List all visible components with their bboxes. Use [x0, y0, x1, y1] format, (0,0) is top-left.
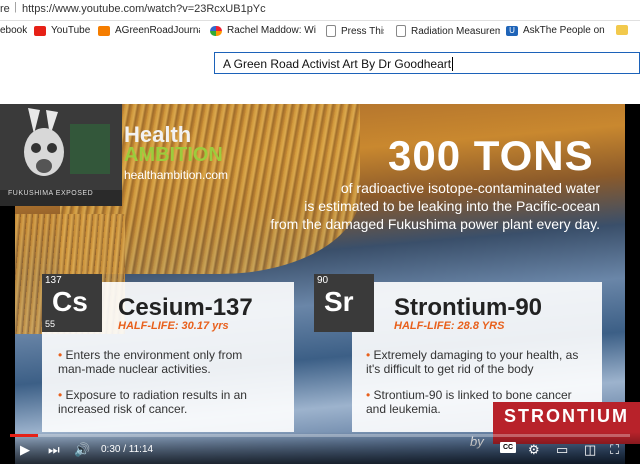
address-bar[interactable]: re | https://www.youtube.com/watch?v=23R…: [0, 0, 640, 21]
strontium-bullet-1-text: Extremely damaging to your health, as it…: [366, 348, 579, 376]
brand-ambition-text: AMBITION: [124, 144, 223, 166]
youtube-header: A Green Road Activist Art By Dr Goodhear…: [0, 42, 640, 98]
cast-icon[interactable]: ◫: [584, 442, 596, 458]
bullet-icon: •: [58, 348, 66, 362]
bullet-icon: •: [58, 388, 66, 402]
next-icon[interactable]: ⏭: [48, 442, 60, 458]
time-display: 0:30 / 11:14: [101, 444, 154, 455]
bookmark-label: Radiation Measurem: [411, 25, 500, 37]
u-icon: U: [506, 25, 518, 36]
bookmark-item-youtube[interactable]: YouTube: [34, 25, 94, 36]
search-input[interactable]: A Green Road Activist Art By Dr Goodhear…: [214, 52, 640, 74]
subline-2: is estimated to be leaking into the Paci…: [304, 198, 600, 214]
bookmark-item-ebook[interactable]: ebook: [0, 25, 28, 36]
video-player[interactable]: FUKUSHIMA EXPOSED Health AMBITION health…: [0, 104, 640, 464]
cesium-symbol: Cs: [52, 286, 88, 317]
document-icon: [396, 25, 406, 37]
bookmark-label: AGreenRoadJournal: [115, 25, 200, 36]
cesium-bullet-2: • Exposure to radiation results in an in…: [58, 388, 268, 416]
strontium-symbol: Sr: [324, 286, 354, 317]
channel-logo: FUKUSHIMA EXPOSED: [0, 104, 122, 206]
bullet-icon: •: [366, 348, 374, 362]
nbc-icon: [210, 25, 222, 36]
bookmark-item-askthepeople[interactable]: U AskThe People on U: [506, 25, 608, 36]
progress-fill: [10, 434, 38, 437]
address-bar-left-label: re: [0, 3, 10, 15]
play-icon[interactable]: ▶: [20, 442, 30, 458]
cesium-bullet-2-text: Exposure to radiation results in an incr…: [58, 388, 247, 416]
bookmarks-bar: ebook YouTube AGreenRoadJournal Rachel M…: [0, 21, 640, 43]
blogger-icon: [98, 25, 110, 36]
bookmark-item-agreenroadjournal[interactable]: AGreenRoadJournal: [98, 25, 200, 36]
cesium-half-life: HALF-LIFE: 30.17 yrs: [118, 320, 229, 332]
strontium-bullet-1: • Extremely damaging to your health, as …: [366, 348, 586, 376]
cesium-element-tile: 137 Cs 55: [42, 274, 102, 332]
gas-mask-figure-icon: [0, 104, 122, 190]
overlay-thumbnail-text: STRONTIUM: [504, 406, 629, 426]
address-bar-separator: |: [14, 1, 17, 13]
bookmark-item-folder[interactable]: [616, 25, 636, 35]
strontium-mass-number: 90: [317, 275, 329, 286]
cesium-bullet-1-text: Enters the environment only from man-mad…: [58, 348, 243, 376]
subline-3: from the damaged Fukushima power plant e…: [270, 216, 600, 232]
bookmark-label: ebook: [0, 25, 28, 36]
cesium-name: Cesium-137: [118, 294, 253, 321]
cesium-mass-number: 137: [45, 275, 62, 286]
brand-url-text: healthambition.com: [124, 168, 229, 182]
document-icon: [326, 25, 336, 37]
progress-bar[interactable]: [10, 434, 630, 437]
headline: 300 TONS: [388, 132, 594, 179]
volume-icon[interactable]: 🔊: [74, 442, 90, 458]
player-controls: ▶ ⏭ 🔊 0:30 / 11:14 CC ⚙ ▭ ◫ ⛶: [0, 432, 640, 464]
bullet-icon: •: [366, 388, 374, 402]
cesium-atomic-number: 55: [45, 319, 56, 329]
cesium-bullet-1: • Enters the environment only from man-m…: [58, 348, 268, 376]
strontium-name: Strontium-90: [394, 294, 543, 321]
bookmark-label: Press This: [341, 25, 384, 37]
bookmark-item-press-this[interactable]: Press This: [326, 25, 384, 37]
search-input-value: A Green Road Activist Art By Dr Goodhear…: [223, 57, 452, 71]
theater-mode-icon[interactable]: ▭: [556, 442, 568, 458]
logo-caption: FUKUSHIMA EXPOSED: [8, 190, 94, 197]
youtube-icon: [34, 25, 46, 36]
settings-gear-icon[interactable]: ⚙: [528, 442, 540, 458]
folder-icon: [616, 25, 628, 35]
strontium-half-life: HALF-LIFE: 28.8 YRS: [394, 320, 505, 332]
bookmark-item-rachel-maddow[interactable]: Rachel Maddow: Wi: [210, 25, 316, 36]
cc-icon[interactable]: CC: [500, 442, 516, 453]
strontium-element-tile: 90 Sr: [314, 274, 374, 332]
bookmark-label: AskThe People on U: [523, 25, 608, 36]
url-text[interactable]: https://www.youtube.com/watch?v=23RcxUB1…: [22, 3, 266, 15]
fullscreen-icon[interactable]: ⛶: [610, 442, 619, 458]
text-cursor: [452, 57, 454, 71]
bookmark-item-radiation-measurements[interactable]: Radiation Measurem: [396, 25, 500, 37]
subline-1: of radioactive isotope-contaminated wate…: [340, 180, 600, 196]
bookmark-label: YouTube: [51, 25, 91, 36]
bookmark-label: Rachel Maddow: Wi: [227, 25, 316, 36]
